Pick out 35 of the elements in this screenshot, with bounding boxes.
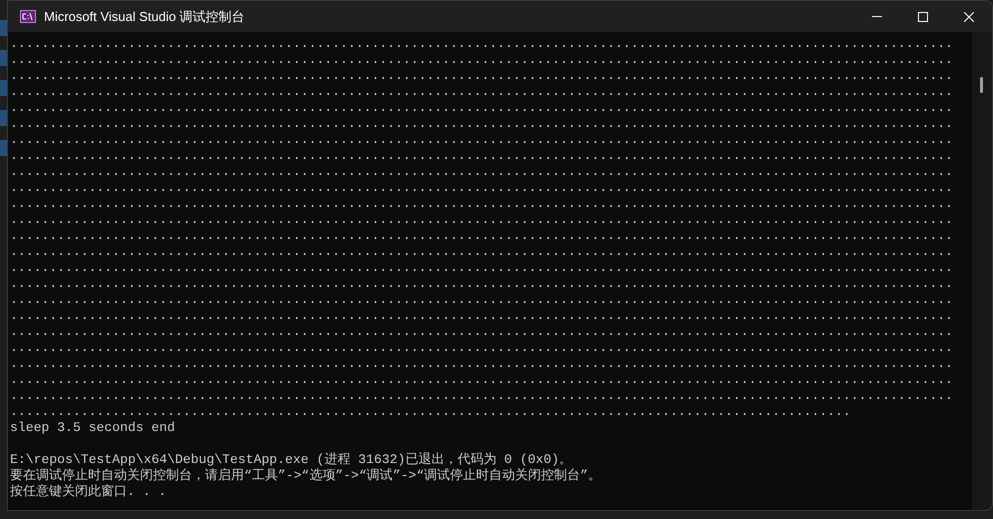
console-line: 要在调试停止时自动关闭控制台，请启用“工具”->“选项”->“调试”->“调试停止时自动关闭控制台”。 [10, 468, 602, 484]
console-line: ........................................................................................................................ [10, 340, 953, 356]
maximize-icon [918, 12, 928, 22]
scrollbar-thumb[interactable] [980, 77, 983, 93]
console-line: ........................................................................................................................ [10, 52, 953, 68]
console-line: ........................................................................................................................ [10, 148, 953, 164]
console-line: 按任意键关闭此窗口. . . [10, 484, 166, 500]
console-line: ........................................................................................................................ [10, 308, 953, 324]
window-title: Microsoft Visual Studio 调试控制台 [44, 8, 245, 26]
console-line: ........................................................................................................................ [10, 388, 953, 404]
console-line: E:\repos\TestApp\x64\Debug\TestApp.exe (进程 31632)已退出，代码为 0 (0x0)。 [10, 452, 572, 468]
console-line: ........................................................................................................................ [10, 116, 953, 132]
console-line: ........................................................................................................................ [10, 356, 953, 372]
console-line: ........................................................................................................................ [10, 84, 953, 100]
console-app-icon [20, 10, 36, 23]
console-line: ........................................................................................................................ [10, 228, 953, 244]
console-line: ........................................................................................................................ [10, 164, 953, 180]
close-icon [964, 12, 974, 22]
console-line: ........................................................................................................................ [10, 276, 953, 292]
minimize-icon [872, 16, 882, 17]
console-line: ........................................................................................................... [10, 404, 851, 420]
console-line: ........................................................................................................................ [10, 244, 953, 260]
console-line: ........................................................................................................................ [10, 36, 953, 52]
console-line: ........................................................................................................................ [10, 68, 953, 84]
console-line: ........................................................................................................................ [10, 212, 953, 228]
console-line: ........................................................................................................................ [10, 100, 953, 116]
console-line: ........................................................................................................................ [10, 372, 953, 388]
console-line: sleep 3.5 seconds end [10, 420, 176, 436]
console-line: ........................................................................................................................ [10, 324, 953, 340]
console-line: ........................................................................................................................ [10, 260, 953, 276]
console-line: ........................................................................................................................ [10, 180, 953, 196]
console-line: ........................................................................................................................ [10, 292, 953, 308]
console-line: ........................................................................................................................ [10, 196, 953, 212]
scrollbar[interactable] [972, 32, 992, 510]
console-line: ........................................................................................................................ [10, 132, 953, 148]
